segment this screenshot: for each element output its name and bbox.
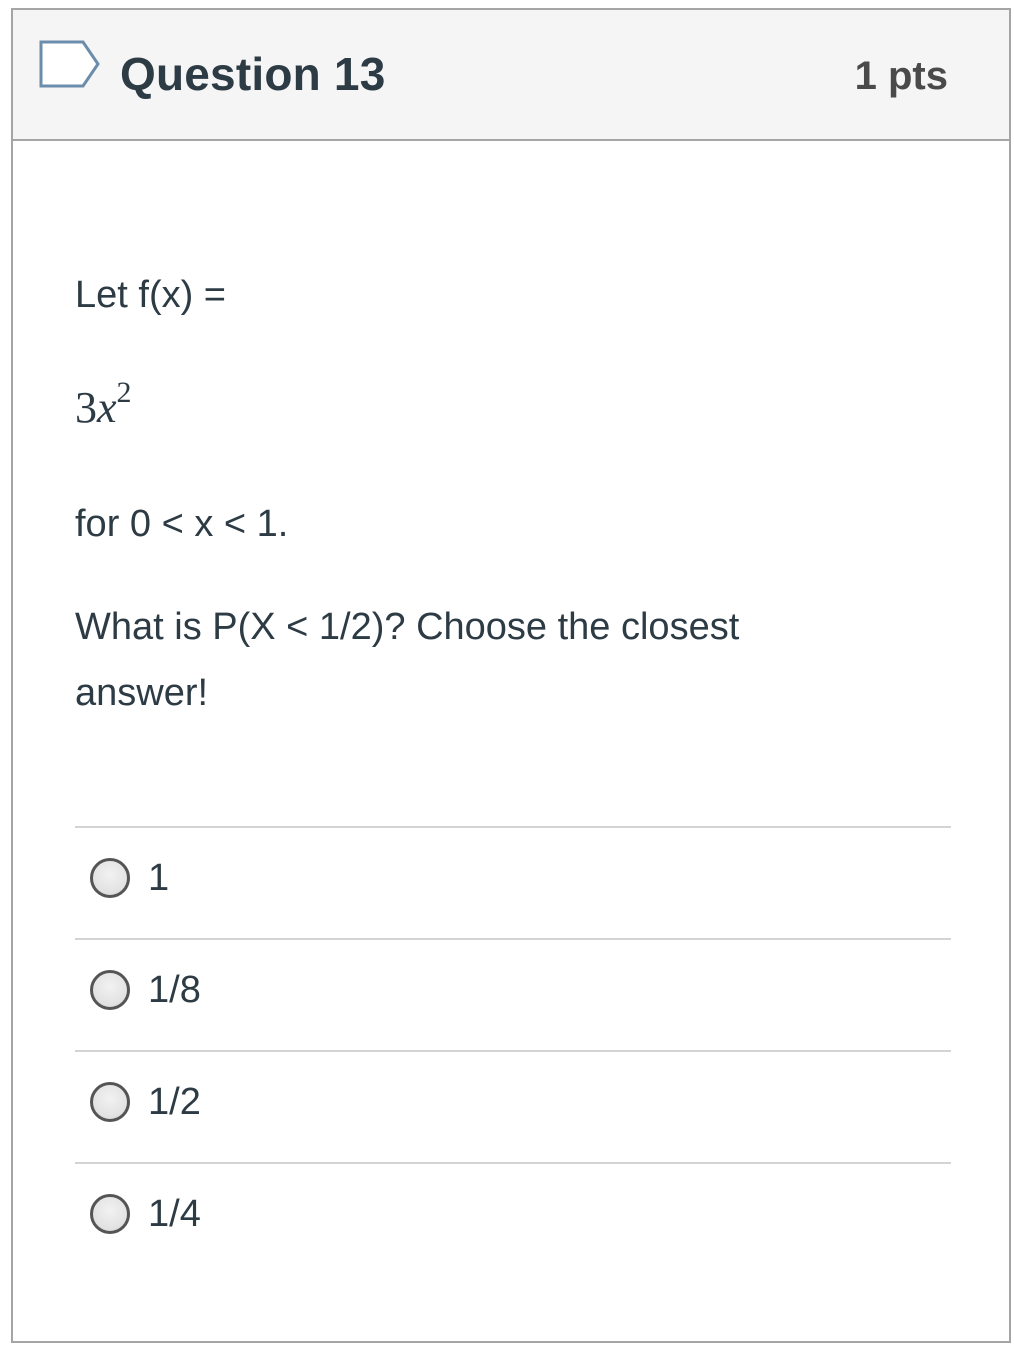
question-title: Question 13	[120, 48, 386, 100]
math-expression: 3x2	[75, 378, 132, 436]
math-coefficient: 3	[75, 383, 97, 432]
question-card: Question 13 1 pts Let f(x) = 3x2 for 0 <…	[11, 8, 1011, 1343]
answer-option[interactable]: 1/4	[75, 1162, 951, 1274]
radio-button[interactable]	[90, 1194, 130, 1234]
answer-label: 1	[148, 857, 170, 899]
math-exponent: 2	[116, 376, 132, 410]
question-header: Question 13 1 pts	[13, 10, 1009, 141]
answer-option[interactable]: 1/8	[75, 938, 951, 1050]
answer-option[interactable]: 1	[75, 826, 951, 938]
question-points: 1 pts	[854, 54, 948, 98]
radio-button[interactable]	[90, 970, 130, 1010]
answer-option[interactable]: 1/2	[75, 1050, 951, 1162]
radio-button[interactable]	[90, 1082, 130, 1122]
bookmark-flag-icon[interactable]	[39, 40, 101, 88]
answer-list: 1 1/8 1/2 1/4	[75, 826, 951, 1274]
question-text-domain: for 0 < x < 1.	[75, 503, 289, 545]
radio-button[interactable]	[90, 858, 130, 898]
question-text-prompt: What is P(X < 1/2)? Choose the closest a…	[75, 606, 740, 714]
answer-label: 1/4	[148, 1193, 201, 1235]
math-variable: x	[97, 383, 117, 432]
question-text-function: Let f(x) =	[75, 274, 226, 316]
answer-label: 1/2	[148, 1081, 201, 1123]
answer-label: 1/8	[148, 969, 201, 1011]
